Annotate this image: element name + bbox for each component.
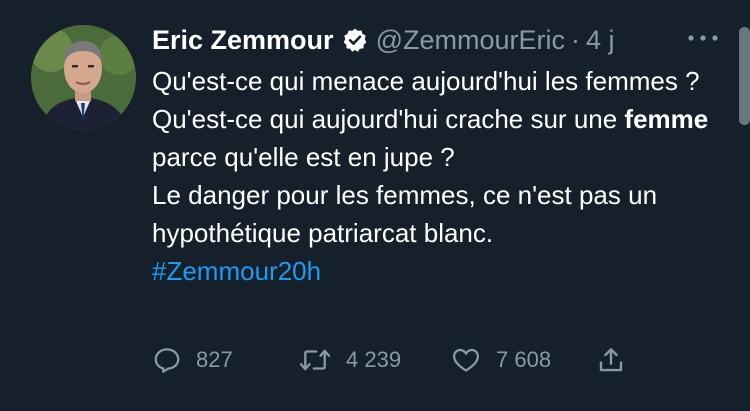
hashtag-link[interactable]: #Zemmour20h [152,256,321,286]
share-button[interactable] [596,338,626,382]
retweet-count: 4 239 [346,347,402,372]
tweet-actions: 827 4 239 7 608 [152,338,652,382]
tweet-paragraph-1: Qu'est-ce qui menace aujourd'hui les fem… [152,62,712,176]
tweet-text: Qu'est-ce qui menace aujourd'hui les fem… [152,62,712,290]
verified-badge-icon [342,27,368,53]
scrollbar[interactable] [739,27,750,125]
retweet-button[interactable]: 4 239 [298,338,401,382]
reply-count: 827 [196,347,233,372]
reply-icon [152,345,182,375]
tweet-text-part: Qu'est-ce qui menace aujourd'hui les fem… [152,66,700,134]
like-count: 7 608 [496,347,552,372]
avatar-image [31,25,136,130]
avatar[interactable] [31,25,136,130]
tweet-text-bold: femme [624,104,709,134]
tweet-timestamp[interactable]: 4 j [586,25,615,56]
tweet-text-part: parce qu'elle est en jupe ? [152,142,455,172]
header-separator: · [570,24,580,55]
tweet-content: Eric Zemmour @ZemmourEric · 4 j Qu'est-c… [152,18,712,290]
more-horizontal-icon[interactable] [683,28,723,48]
author-handle[interactable]: @ZemmourEric [376,25,565,56]
heart-icon [450,345,482,375]
share-icon [596,345,626,375]
reply-button[interactable]: 827 [152,338,233,382]
author-name[interactable]: Eric Zemmour [152,25,334,56]
tweet-paragraph-2: Le danger pour les femmes, ce n'est pas … [152,180,658,248]
tweet-paragraph-3: #Zemmour20h [152,252,712,290]
like-button[interactable]: 7 608 [450,338,551,382]
tweet-header: Eric Zemmour @ZemmourEric · 4 j [152,18,712,62]
retweet-icon [298,345,332,375]
tweet-card[interactable]: Eric Zemmour @ZemmourEric · 4 j Qu'est-c… [0,0,750,411]
